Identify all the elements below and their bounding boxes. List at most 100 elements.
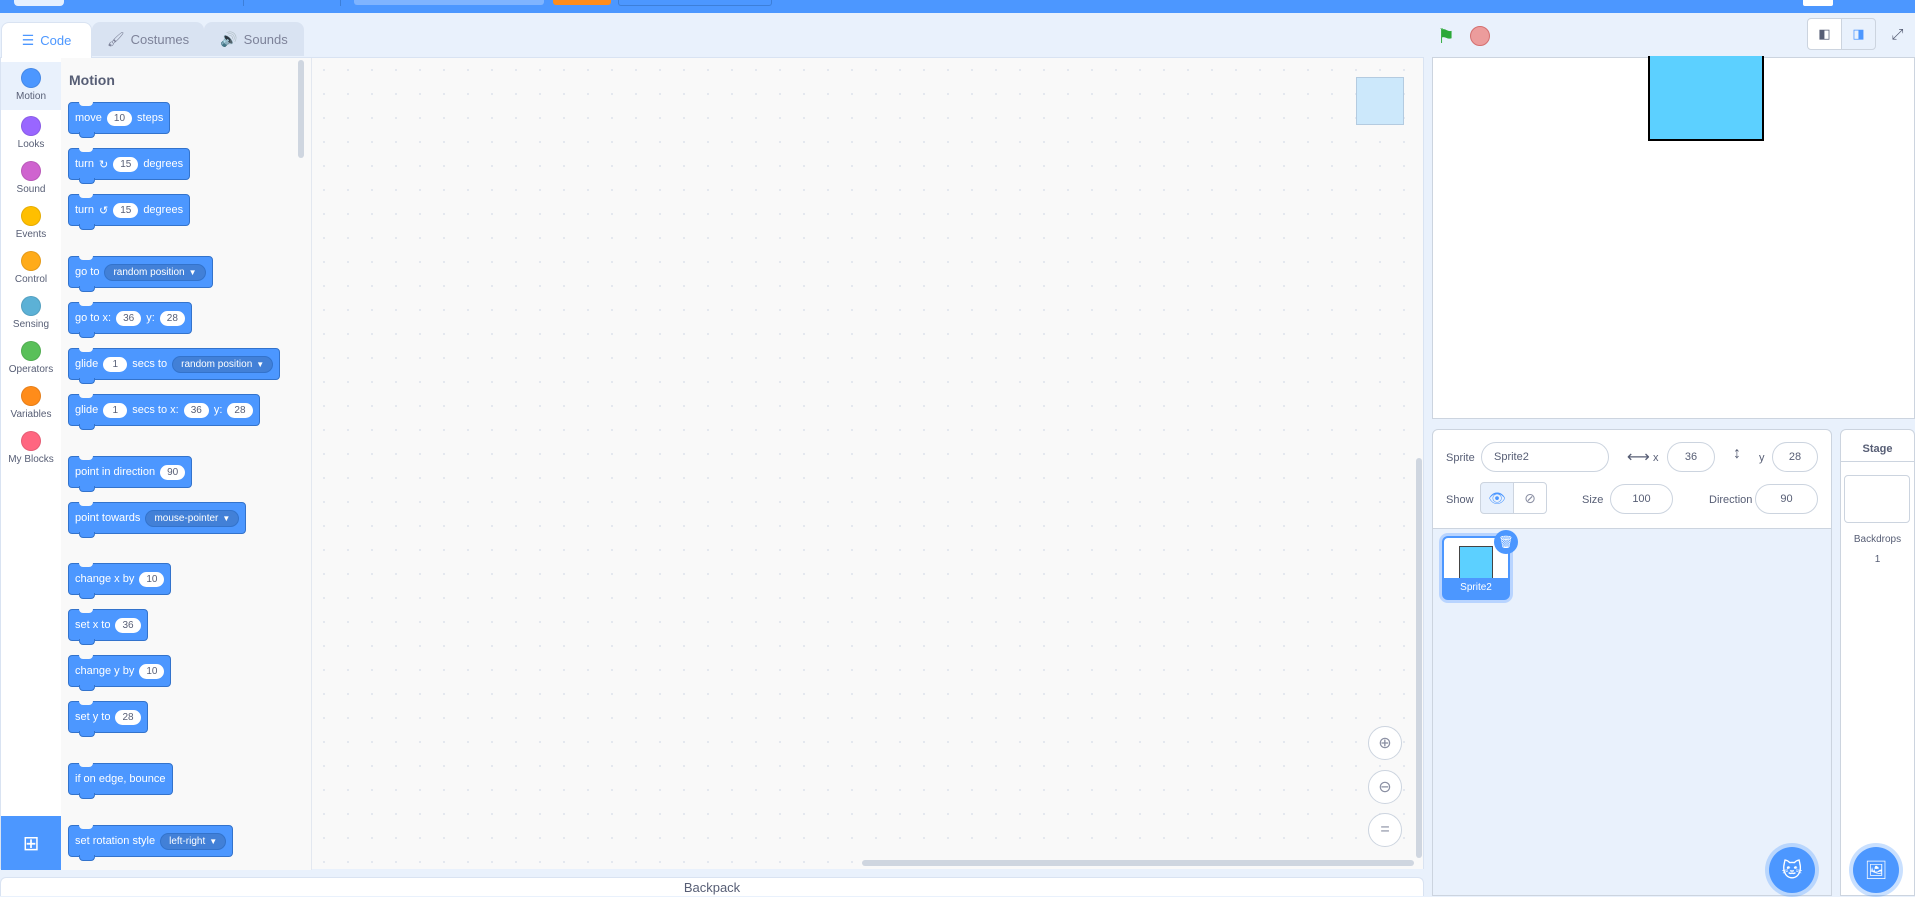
small-stage-button[interactable]: ◧ — [1807, 18, 1842, 50]
block-input[interactable]: 1 — [103, 402, 128, 418]
block-input[interactable]: 1 — [103, 356, 128, 372]
block-input[interactable]: 36 — [183, 402, 209, 418]
block-input[interactable]: 10 — [139, 663, 165, 679]
block-input[interactable]: 15 — [113, 156, 139, 172]
choose-sprite-button[interactable]: 🐱 — [1769, 847, 1815, 893]
block-glide-to-xy[interactable]: glide 1 secs to x: 36 y: 28 — [68, 394, 260, 430]
block-input[interactable]: 28 — [227, 402, 253, 418]
block-dropdown[interactable]: left-right ▼ — [160, 832, 227, 850]
block-input[interactable]: 28 — [159, 310, 185, 326]
green-flag-button[interactable]: ⚑ — [1437, 24, 1455, 49]
block-set-y[interactable]: set y to 28 — [68, 701, 148, 737]
backdrops-count: 1 — [1874, 554, 1881, 565]
category-operators[interactable]: Operators — [1, 335, 61, 383]
x-input[interactable]: 36 — [1667, 442, 1715, 472]
category-variables[interactable]: Variables — [1, 380, 61, 428]
block-point-in-direction[interactable]: point in direction 90 — [68, 456, 193, 492]
account-menu[interactable] — [1803, 0, 1833, 6]
block-set-x[interactable]: set x to 36 — [68, 609, 148, 645]
rotate-clockwise-icon: ↻ — [98, 158, 109, 171]
tab-code[interactable]: ☰ Code — [1, 22, 92, 58]
stage-sprite[interactable] — [1648, 56, 1764, 141]
y-input[interactable]: 28 — [1772, 442, 1818, 472]
category-control[interactable]: Control — [1, 245, 61, 293]
block-input[interactable]: 90 — [160, 464, 186, 480]
workspace-vertical-scrollbar[interactable] — [1416, 458, 1422, 858]
sprite-name-input[interactable]: Sprite2 — [1481, 442, 1609, 472]
control-dot-icon — [21, 251, 41, 271]
fullscreen-icon: ⤢ — [1891, 25, 1904, 43]
script-workspace[interactable] — [312, 58, 1423, 869]
block-input[interactable]: 28 — [115, 709, 141, 725]
project-title-input[interactable] — [354, 0, 544, 5]
dropdown-value: random position — [181, 358, 253, 370]
delete-sprite-button[interactable]: 🗑 — [1494, 530, 1518, 554]
large-stage-icon: ◨ — [1852, 26, 1865, 41]
backdrop-thumbnail[interactable] — [1844, 475, 1910, 523]
sprite-name-label: Sprite — [1446, 452, 1475, 464]
direction-input[interactable]: 90 — [1755, 484, 1818, 514]
block-input[interactable]: 36 — [116, 310, 142, 326]
zoom-reset-button[interactable]: = — [1368, 813, 1402, 847]
block-text: move — [75, 112, 102, 124]
block-dropdown[interactable]: random position ▼ — [172, 355, 274, 373]
block-input[interactable]: 10 — [139, 571, 165, 587]
category-sound[interactable]: Sound — [1, 155, 61, 203]
block-if-on-edge-bounce[interactable]: if on edge, bounce — [68, 763, 173, 799]
zoom-out-button[interactable]: ⊖ — [1368, 770, 1402, 804]
block-palette: Motion move 10 steps turn ↻ 15 degrees t… — [61, 58, 312, 870]
block-turn-left[interactable]: turn ↺ 15 degrees — [68, 194, 191, 230]
stage-panel-title: Stage — [1862, 443, 1893, 455]
block-text: y: — [213, 404, 223, 416]
block-turn-right[interactable]: turn ↻ 15 degrees — [68, 148, 191, 184]
block-dropdown[interactable]: random position ▼ — [104, 263, 206, 281]
green-flag-icon: ⚑ — [1437, 26, 1455, 48]
block-text: steps — [137, 112, 164, 124]
block-dropdown[interactable]: mouse-pointer ▼ — [145, 509, 240, 527]
stop-button[interactable] — [1470, 26, 1490, 46]
choose-backdrop-button[interactable]: 🖼 — [1853, 847, 1899, 893]
show-sprite-button[interactable]: 👁 — [1480, 482, 1514, 514]
sprite-card-name: Sprite2 — [1444, 578, 1508, 598]
palette-scrollbar[interactable] — [298, 60, 304, 158]
hide-sprite-button[interactable]: ⊘ — [1513, 482, 1547, 514]
backpack-label: Backpack — [683, 880, 741, 895]
block-go-to[interactable]: go to random position ▼ — [68, 256, 213, 292]
category-motion[interactable]: Motion — [1, 62, 61, 110]
zoom-out-icon: ⊖ — [1378, 779, 1392, 796]
fullscreen-button[interactable]: ⤢ — [1880, 18, 1915, 50]
size-input[interactable]: 100 — [1610, 484, 1673, 514]
tab-sounds[interactable]: 🔊 Sounds — [204, 22, 304, 56]
workspace-horizontal-scrollbar[interactable] — [862, 860, 1414, 866]
category-label: Sensing — [12, 319, 50, 330]
large-stage-button[interactable]: ◨ — [1841, 18, 1876, 50]
block-glide-to[interactable]: glide 1 secs to random position ▼ — [68, 348, 281, 384]
block-change-x[interactable]: change x by 10 — [68, 563, 172, 599]
add-extension-button[interactable]: ⊞ — [1, 816, 61, 870]
my-blocks-dot-icon — [21, 431, 41, 451]
category-events[interactable]: Events — [1, 200, 61, 248]
scratch-logo[interactable] — [14, 0, 64, 6]
variables-dot-icon — [21, 386, 41, 406]
block-input[interactable]: 10 — [106, 110, 133, 126]
block-point-towards[interactable]: point towards mouse-pointer ▼ — [68, 502, 247, 538]
block-change-y[interactable]: change y by 10 — [68, 655, 172, 691]
backpack-header[interactable]: Backpack — [0, 877, 1424, 896]
zoom-in-button[interactable]: ⊕ — [1368, 726, 1402, 760]
category-menu: Motion Looks Sound Events Control Sensin… — [1, 58, 62, 870]
block-input[interactable]: 36 — [115, 617, 141, 633]
block-text: point towards — [75, 512, 141, 524]
category-sensing[interactable]: Sensing — [1, 290, 61, 338]
block-text: point in direction — [75, 466, 156, 478]
see-project-page-button[interactable] — [618, 0, 772, 6]
category-my-blocks[interactable]: My Blocks — [1, 425, 61, 473]
tab-costumes[interactable]: 🖌 Costumes — [92, 22, 204, 56]
block-input[interactable]: 15 — [113, 202, 139, 218]
speaker-icon: 🔊 — [220, 31, 238, 47]
category-looks[interactable]: Looks — [1, 110, 61, 158]
block-move-steps[interactable]: move 10 steps — [68, 102, 171, 138]
share-button[interactable] — [553, 0, 611, 5]
menu-separator — [243, 0, 341, 6]
block-go-to-xy[interactable]: go to x: 36 y: 28 — [68, 302, 192, 338]
block-set-rotation-style[interactable]: set rotation style left-right ▼ — [68, 825, 234, 861]
